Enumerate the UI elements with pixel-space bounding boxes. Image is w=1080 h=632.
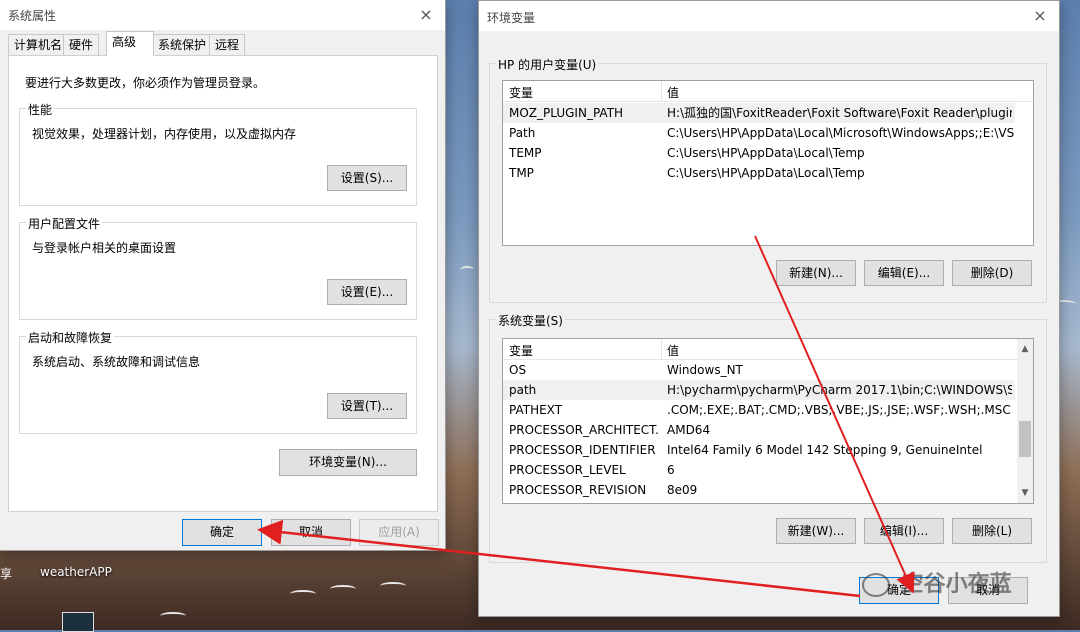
- user-variables-group: HP 的用户变量(U) 变量 值 MOZ_PLUGIN_PATH H:\孤独的国…: [489, 56, 1047, 303]
- user-delete-button[interactable]: 删除(D): [952, 260, 1032, 286]
- scroll-down-icon[interactable]: ▼: [1017, 485, 1033, 501]
- variable-value: H:\pycharm\pycharm\PyCharm 2017.1\bin;C:…: [667, 383, 1012, 397]
- variable-name: path: [509, 383, 537, 397]
- vertical-scrollbar[interactable]: ▲ ▼: [1017, 339, 1033, 503]
- variable-value: H:\孤独的国\FoxitReader\Foxit Software\Foxit…: [667, 106, 1012, 120]
- user-variables-list[interactable]: 变量 值 MOZ_PLUGIN_PATH H:\孤独的国\FoxitReader…: [502, 80, 1034, 246]
- variable-name: PROCESSOR_LEVEL: [509, 463, 626, 477]
- variable-name: TMP: [509, 166, 534, 180]
- table-row[interactable]: path H:\pycharm\pycharm\PyCharm 2017.1\b…: [503, 380, 1015, 400]
- system-edit-button[interactable]: 编辑(I)...: [864, 518, 944, 544]
- table-row[interactable]: PROCESSOR_LEVEL 6: [503, 460, 1015, 480]
- close-icon[interactable]: ×: [411, 2, 441, 28]
- system-variables-label: 系统变量(S): [496, 312, 565, 329]
- performance-settings-button[interactable]: 设置(S)...: [327, 165, 407, 191]
- cancel-button[interactable]: 取消: [271, 519, 351, 546]
- watermark: 空谷小夜蓝: [862, 566, 1012, 598]
- desktop-icon-0-label: 享: [0, 567, 13, 581]
- column-header-variable[interactable]: 变量: [509, 342, 533, 359]
- bird-decoration: [330, 585, 356, 593]
- variable-name: PROCESSOR_REVISION: [509, 483, 647, 497]
- user-edit-button[interactable]: 编辑(E)...: [864, 260, 944, 286]
- variable-value: 8e09: [667, 483, 698, 497]
- column-header-variable[interactable]: 变量: [509, 84, 533, 101]
- variable-value: Intel64 Family 6 Model 142 Stepping 9, G…: [667, 443, 983, 457]
- table-row[interactable]: OS Windows_NT: [503, 360, 1015, 380]
- tab-remote[interactable]: 远程: [209, 34, 246, 55]
- column-header-value[interactable]: 值: [667, 84, 679, 101]
- window-title: 系统属性: [8, 9, 57, 23]
- table-row[interactable]: TEMP C:\Users\HP\AppData\Local\Temp: [503, 143, 1015, 163]
- scrollbar-thumb[interactable]: [1019, 421, 1031, 457]
- bird-decoration: [290, 590, 316, 598]
- watermark-text: 空谷小夜蓝: [901, 572, 1012, 597]
- tab-advanced[interactable]: 高级: [106, 31, 154, 56]
- table-row[interactable]: PROCESSOR_ARCHITECT... AMD64: [503, 420, 1015, 440]
- variable-value: C:\Users\HP\AppData\Local\Temp: [667, 166, 865, 180]
- system-variables-list[interactable]: 变量 值 OS Windows_NT path H:\pycharm\pycha…: [502, 338, 1034, 504]
- variable-name: TEMP: [509, 146, 542, 160]
- title-bar: 环境变量 ×: [479, 1, 1059, 31]
- desktop-icon-weatherapp[interactable]: weatherAPP: [40, 565, 112, 579]
- system-new-button[interactable]: 新建(W)...: [776, 518, 856, 544]
- startup-recovery-group: 启动和故障恢复 系统启动、系统故障和调试信息 设置(T)...: [19, 329, 417, 434]
- system-properties-window: 系统属性 × 计算机名 硬件 高级 系统保护 远程 要进行大多数更改，你必须作为…: [0, 0, 446, 551]
- variable-value: 6: [667, 463, 675, 477]
- table-row[interactable]: PROCESSOR_REVISION 8e09: [503, 480, 1015, 500]
- environment-variables-button[interactable]: 环境变量(N)...: [279, 449, 417, 476]
- variable-value: AMD64: [667, 423, 711, 437]
- window-title: 环境变量: [487, 11, 536, 25]
- variable-value: C:\Users\HP\AppData\Local\Temp: [667, 146, 865, 160]
- performance-label: 性能: [26, 101, 55, 118]
- list-header: 变量 值: [503, 81, 1033, 102]
- user-new-button[interactable]: 新建(N)...: [776, 260, 856, 286]
- table-row[interactable]: TMP C:\Users\HP\AppData\Local\Temp: [503, 163, 1015, 183]
- user-profiles-desc: 与登录帐户相关的桌面设置: [32, 241, 177, 255]
- system-delete-button[interactable]: 删除(L): [952, 518, 1032, 544]
- environment-variables-window: 环境变量 × HP 的用户变量(U) 变量 值 MOZ_PLUGIN_PATH …: [478, 0, 1060, 617]
- variable-value: Windows_NT: [667, 363, 743, 377]
- user-profiles-group: 用户配置文件 与登录帐户相关的桌面设置 设置(E)...: [19, 215, 417, 320]
- tab-system-protection[interactable]: 系统保护: [152, 34, 213, 55]
- table-row[interactable]: Path C:\Users\HP\AppData\Local\Microsoft…: [503, 123, 1017, 143]
- startup-recovery-desc: 系统启动、系统故障和调试信息: [32, 355, 201, 369]
- user-profiles-settings-button[interactable]: 设置(E)...: [327, 279, 407, 305]
- column-header-value[interactable]: 值: [667, 342, 679, 359]
- apply-button[interactable]: 应用(A): [359, 519, 439, 546]
- tab-computer-name[interactable]: 计算机名: [8, 34, 69, 55]
- variable-name: PROCESSOR_ARCHITECT...: [509, 423, 659, 437]
- variable-name: OS: [509, 363, 527, 377]
- table-row[interactable]: MOZ_PLUGIN_PATH H:\孤独的国\FoxitReader\Foxi…: [503, 103, 1015, 123]
- advanced-tab-panel: 要进行大多数更改，你必须作为管理员登录。 性能 视觉效果，处理器计划，内存使用，…: [8, 55, 438, 512]
- performance-group: 性能 视觉效果，处理器计划，内存使用，以及虚拟内存 设置(S)...: [19, 101, 417, 206]
- variable-name: MOZ_PLUGIN_PATH: [509, 106, 624, 120]
- desktop-icon-label: weatherAPP: [40, 565, 112, 579]
- desktop-icon-0[interactable]: 享: [0, 565, 20, 582]
- variable-name: PROCESSOR_IDENTIFIER: [509, 443, 656, 457]
- variable-value: .COM;.EXE;.BAT;.CMD;.VBS;.VBE;.JS;.JSE;.…: [667, 403, 1011, 417]
- variable-name: Path: [509, 126, 536, 140]
- performance-desc: 视觉效果，处理器计划，内存使用，以及虚拟内存: [32, 127, 297, 141]
- table-row[interactable]: PROCESSOR_IDENTIFIER Intel64 Family 6 Mo…: [503, 440, 1015, 460]
- list-header: 变量 值: [503, 339, 1033, 360]
- variable-value: C:\Users\HP\AppData\Local\Microsoft\Wind…: [667, 126, 1017, 140]
- bird-decoration: [160, 612, 186, 620]
- close-icon[interactable]: ×: [1025, 3, 1055, 29]
- variable-name: PATHEXT: [509, 403, 563, 417]
- startup-recovery-settings-button[interactable]: 设置(T)...: [327, 393, 407, 419]
- wechat-icon: [862, 573, 890, 597]
- bird-decoration: [460, 266, 474, 274]
- admin-notice: 要进行大多数更改，你必须作为管理员登录。: [25, 76, 266, 90]
- scroll-up-icon[interactable]: ▲: [1017, 341, 1033, 357]
- table-row[interactable]: PATHEXT .COM;.EXE;.BAT;.CMD;.VBS;.VBE;.J…: [503, 400, 1015, 420]
- app-icon[interactable]: [62, 612, 94, 632]
- tab-hardware[interactable]: 硬件: [63, 34, 100, 55]
- system-variables-group: 系统变量(S) 变量 值 OS Windows_NT path H:\pycha…: [489, 312, 1047, 563]
- title-bar: 系统属性 ×: [0, 0, 445, 30]
- user-profiles-label: 用户配置文件: [26, 215, 103, 232]
- bird-decoration: [380, 582, 406, 590]
- startup-recovery-label: 启动和故障恢复: [26, 329, 115, 346]
- ok-button[interactable]: 确定: [182, 519, 262, 546]
- user-variables-label: HP 的用户变量(U): [496, 56, 599, 73]
